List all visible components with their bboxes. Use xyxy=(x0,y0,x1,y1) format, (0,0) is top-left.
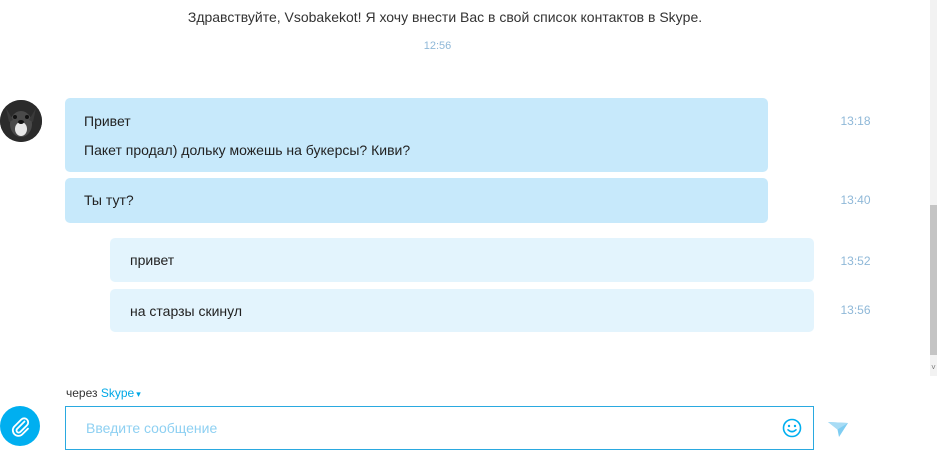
scrollbar-thumb[interactable] xyxy=(930,205,937,355)
message-time: 13:56 xyxy=(840,303,871,317)
contact-request-time: 12:56 xyxy=(423,40,452,52)
message-time: 13:18 xyxy=(840,114,871,128)
smiley-icon xyxy=(782,418,802,438)
message-text: на старзы скинул xyxy=(130,303,242,319)
via-service-link[interactable]: Skype xyxy=(101,386,134,400)
via-label: через xyxy=(66,386,98,400)
message-bubble-incoming[interactable]: Ты тут? xyxy=(65,178,768,223)
scroll-down-arrow-icon[interactable]: ˅ xyxy=(930,362,937,374)
message-time: 13:40 xyxy=(840,193,871,207)
message-text: Ты тут? xyxy=(84,192,134,208)
contact-avatar[interactable] xyxy=(0,100,42,142)
message-bubble-outgoing[interactable]: на старзы скинул xyxy=(110,289,814,332)
message-bubble-outgoing[interactable]: привет xyxy=(110,238,814,282)
chevron-down-icon[interactable]: ▾ xyxy=(136,389,141,399)
chat-scrollbar[interactable]: ˅ xyxy=(930,0,937,376)
attach-file-button[interactable] xyxy=(0,406,40,446)
message-text: привет xyxy=(130,252,175,268)
message-text: Пакет продал) дольку можешь на букерсы? … xyxy=(84,142,411,158)
emoji-button[interactable] xyxy=(782,418,802,438)
message-composer xyxy=(65,406,814,450)
send-button[interactable] xyxy=(826,418,850,440)
message-time: 13:52 xyxy=(840,254,871,268)
send-via-selector: через Skype ▾ xyxy=(66,386,141,400)
chat-window: Здравствуйте, Vsobakekot! Я хочу внести … xyxy=(0,0,937,455)
message-text: Привет xyxy=(84,113,131,129)
paperclip-icon xyxy=(11,417,30,437)
message-input[interactable] xyxy=(66,407,766,449)
contact-request-message: Здравствуйте, Vsobakekot! Я хочу внести … xyxy=(187,9,703,25)
send-arrow-icon xyxy=(828,422,848,437)
message-bubble-incoming[interactable]: Привет Пакет продал) дольку можешь на бу… xyxy=(65,98,768,172)
